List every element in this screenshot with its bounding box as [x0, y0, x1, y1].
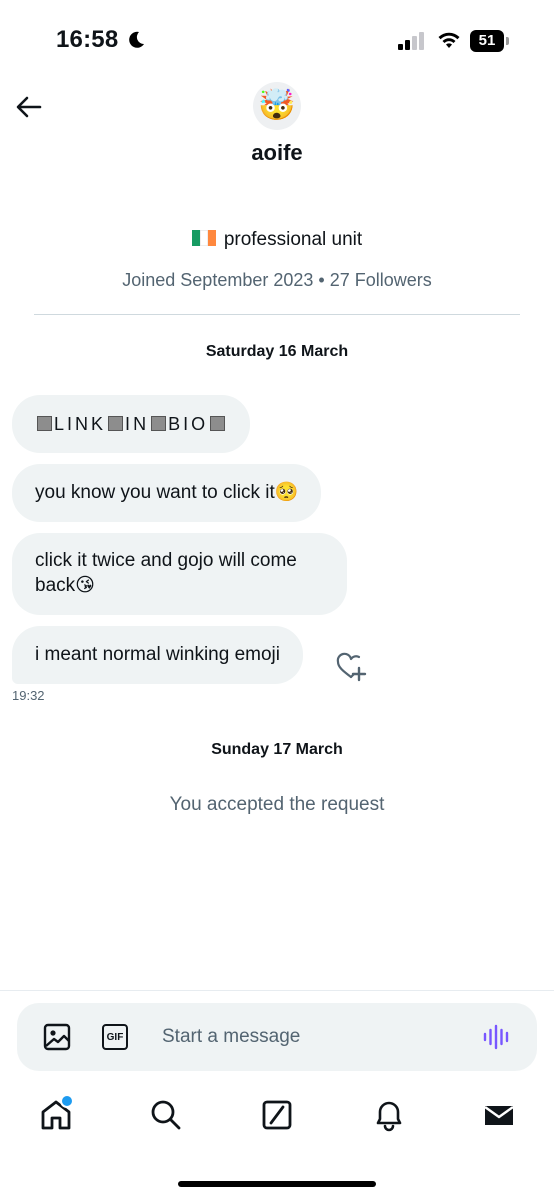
square-emoji [37, 416, 52, 431]
bell-icon[interactable] [372, 1098, 406, 1132]
date-separator: Sunday 17 March [211, 741, 343, 758]
message-bubble[interactable]: i meant normal winking emoji [12, 626, 303, 684]
image-icon[interactable] [42, 1022, 72, 1052]
composer-divider [0, 990, 554, 991]
ireland-flag-icon [191, 230, 216, 246]
square-emoji [151, 416, 167, 431]
message-bubble[interactable]: click it twice and gojo will come back😘 [12, 533, 347, 615]
square-emoji [210, 416, 226, 431]
message-bubble-link-in-bio[interactable]: LINK IN BIO [12, 395, 251, 453]
message-bubble[interactable]: you know you want to click it🥺 [12, 464, 322, 522]
profile-name[interactable]: aoife [0, 140, 554, 166]
wifi-icon [438, 32, 460, 48]
signal-icon [398, 32, 424, 50]
status-time: 16:58 [56, 26, 119, 53]
home-indicator [178, 1181, 376, 1187]
avatar[interactable]: 🤯 [253, 82, 301, 130]
mail-icon[interactable] [482, 1098, 516, 1132]
message-timestamp: 19:32 [12, 688, 45, 703]
square-emoji [108, 416, 124, 431]
gif-label: GIF [102, 1024, 128, 1050]
system-message: You accepted the request [169, 794, 385, 815]
avatar-emoji: 🤯 [258, 89, 296, 122]
divider [34, 314, 520, 315]
profile-bio: professional unit [0, 229, 554, 251]
arrow-left-icon[interactable] [14, 92, 44, 122]
voice-message-icon[interactable] [482, 1022, 512, 1052]
gif-icon[interactable]: GIF [100, 1022, 130, 1052]
battery-level: 51 [478, 32, 496, 49]
profile-meta: Joined September 2023 • 27 Followers [122, 270, 432, 290]
search-icon[interactable] [149, 1098, 183, 1132]
moon-icon [129, 31, 144, 48]
date-separator: Saturday 16 March [205, 343, 349, 360]
bio-text: professional unit [223, 229, 363, 250]
grok-icon[interactable] [260, 1098, 294, 1132]
message-input[interactable] [150, 1013, 484, 1061]
notification-dot [60, 1094, 74, 1108]
battery-icon: 51 [470, 30, 510, 52]
heart-add-reaction-icon[interactable] [335, 652, 367, 682]
